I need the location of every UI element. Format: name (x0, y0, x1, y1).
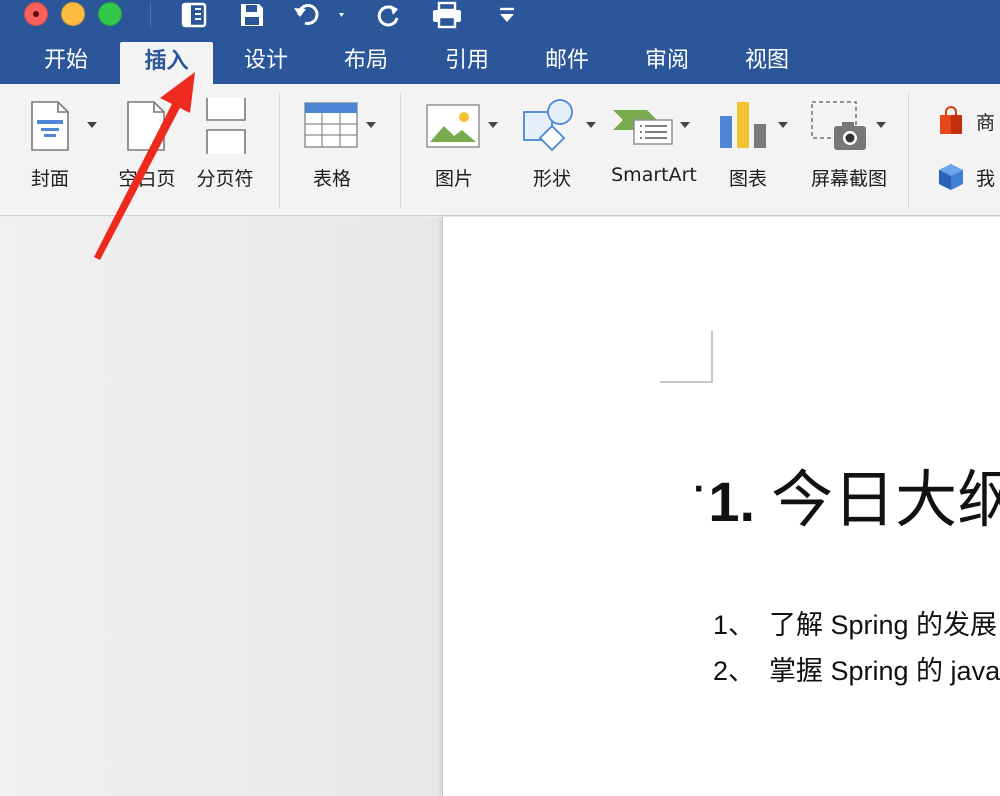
tab-review[interactable]: 审阅 (627, 40, 707, 84)
undo-icon[interactable] (290, 0, 350, 30)
margin-crop-mark (660, 381, 713, 383)
chart-button[interactable]: 图表 (712, 84, 792, 216)
save-icon[interactable] (234, 0, 270, 30)
sidebar-toggle-icon[interactable] (176, 0, 212, 30)
picture-button[interactable]: 图片 (418, 84, 502, 216)
tab-view[interactable]: 视图 (727, 40, 807, 84)
list-item-text: 掌握 Spring 的 java (769, 656, 1000, 686)
page-break-button[interactable]: 分页符 (188, 84, 262, 216)
tab-references[interactable]: 引用 (427, 40, 507, 84)
zoom-window-button[interactable] (98, 2, 122, 26)
chevron-down-icon (366, 122, 376, 128)
shapes-button[interactable]: 形状 (516, 84, 600, 216)
cover-page-button[interactable]: 封面 (22, 84, 97, 216)
list-item-number: 1、 (713, 610, 756, 640)
chevron-down-icon (488, 122, 498, 128)
list-item[interactable]: 1、 了解 Spring 的发展 (713, 603, 997, 642)
screenshot-label: 屏幕截图 (810, 168, 887, 190)
chevron-down-icon (586, 122, 596, 128)
chart-label: 图表 (728, 168, 767, 190)
heading-marker: · (693, 472, 705, 507)
store-button[interactable]: 商 (936, 106, 995, 136)
margin-crop-mark (711, 331, 713, 383)
screenshot-icon (811, 101, 866, 150)
document-page[interactable]: ·1. 今日大纲 1、 了解 Spring 的发展 2、 掌握 Spring 的 ja… (442, 217, 1000, 796)
close-window-button[interactable] (24, 2, 48, 26)
list-item-number: 2、 (713, 656, 756, 686)
chevron-down-icon (87, 122, 97, 128)
store-label: 商 (976, 111, 996, 134)
print-icon[interactable] (428, 0, 466, 30)
table-button[interactable]: 表格 (296, 84, 380, 216)
tab-layout[interactable]: 布局 (326, 40, 406, 84)
page-break-label: 分页符 (196, 168, 254, 190)
screenshot-button[interactable]: 屏幕截图 (804, 84, 894, 216)
chevron-down-icon (680, 122, 690, 128)
toolbar-divider (150, 2, 151, 28)
tab-mailings[interactable]: 邮件 (527, 40, 607, 84)
cover-page-icon (31, 101, 69, 151)
ribbon-divider (908, 92, 909, 208)
chevron-down-icon (876, 122, 886, 128)
table-label: 表格 (312, 168, 351, 190)
smartart-icon (613, 110, 673, 145)
picture-icon (426, 104, 480, 148)
list-item[interactable]: 2、 掌握 Spring 的 java (713, 649, 1000, 688)
tab-insert[interactable]: 插入 (120, 42, 213, 84)
smartart-button[interactable]: SmartArt (606, 84, 702, 216)
chevron-down-icon (778, 122, 788, 128)
table-icon (304, 102, 358, 148)
ribbon-tabs: 开始 插入 设计 布局 引用 邮件 审阅 视图 (0, 40, 1000, 84)
tab-home[interactable]: 开始 (26, 40, 106, 84)
ribbon-divider (400, 92, 401, 208)
tab-design[interactable]: 设计 (226, 40, 306, 84)
page-break-icon (206, 98, 246, 154)
minimize-window-button[interactable] (61, 2, 85, 26)
title-bar (0, 0, 1000, 40)
heading-number: 1. (708, 470, 756, 533)
my-addins-label: 我 (976, 167, 996, 190)
my-addins-icon (939, 164, 963, 190)
blank-page-icon (127, 101, 165, 151)
document-gutter (0, 217, 442, 796)
heading-text: 今日大纲 (771, 463, 1000, 536)
list-item-text: 了解 Spring 的发展 (769, 610, 998, 640)
shapes-icon (523, 99, 573, 152)
cover-page-label: 封面 (30, 168, 69, 190)
chart-icon (720, 102, 766, 148)
customize-toolbar-icon[interactable] (494, 0, 520, 30)
insert-ribbon: 封面 空白页 分页符 表格 图片 形状 SmartArt 图表 屏幕截图 商 我 (0, 84, 1000, 216)
blank-page-label: 空白页 (118, 168, 176, 190)
store-bag-icon (940, 106, 962, 134)
blank-page-button[interactable]: 空白页 (110, 84, 184, 216)
picture-label: 图片 (434, 168, 473, 190)
ribbon-divider (279, 92, 280, 208)
redo-icon[interactable] (372, 0, 408, 30)
document-heading[interactable]: ·1. 今日大纲 (693, 449, 1000, 539)
smartart-label: SmartArt (611, 164, 697, 186)
my-addins-button[interactable]: 我 (936, 162, 995, 192)
shapes-label: 形状 (532, 168, 571, 190)
